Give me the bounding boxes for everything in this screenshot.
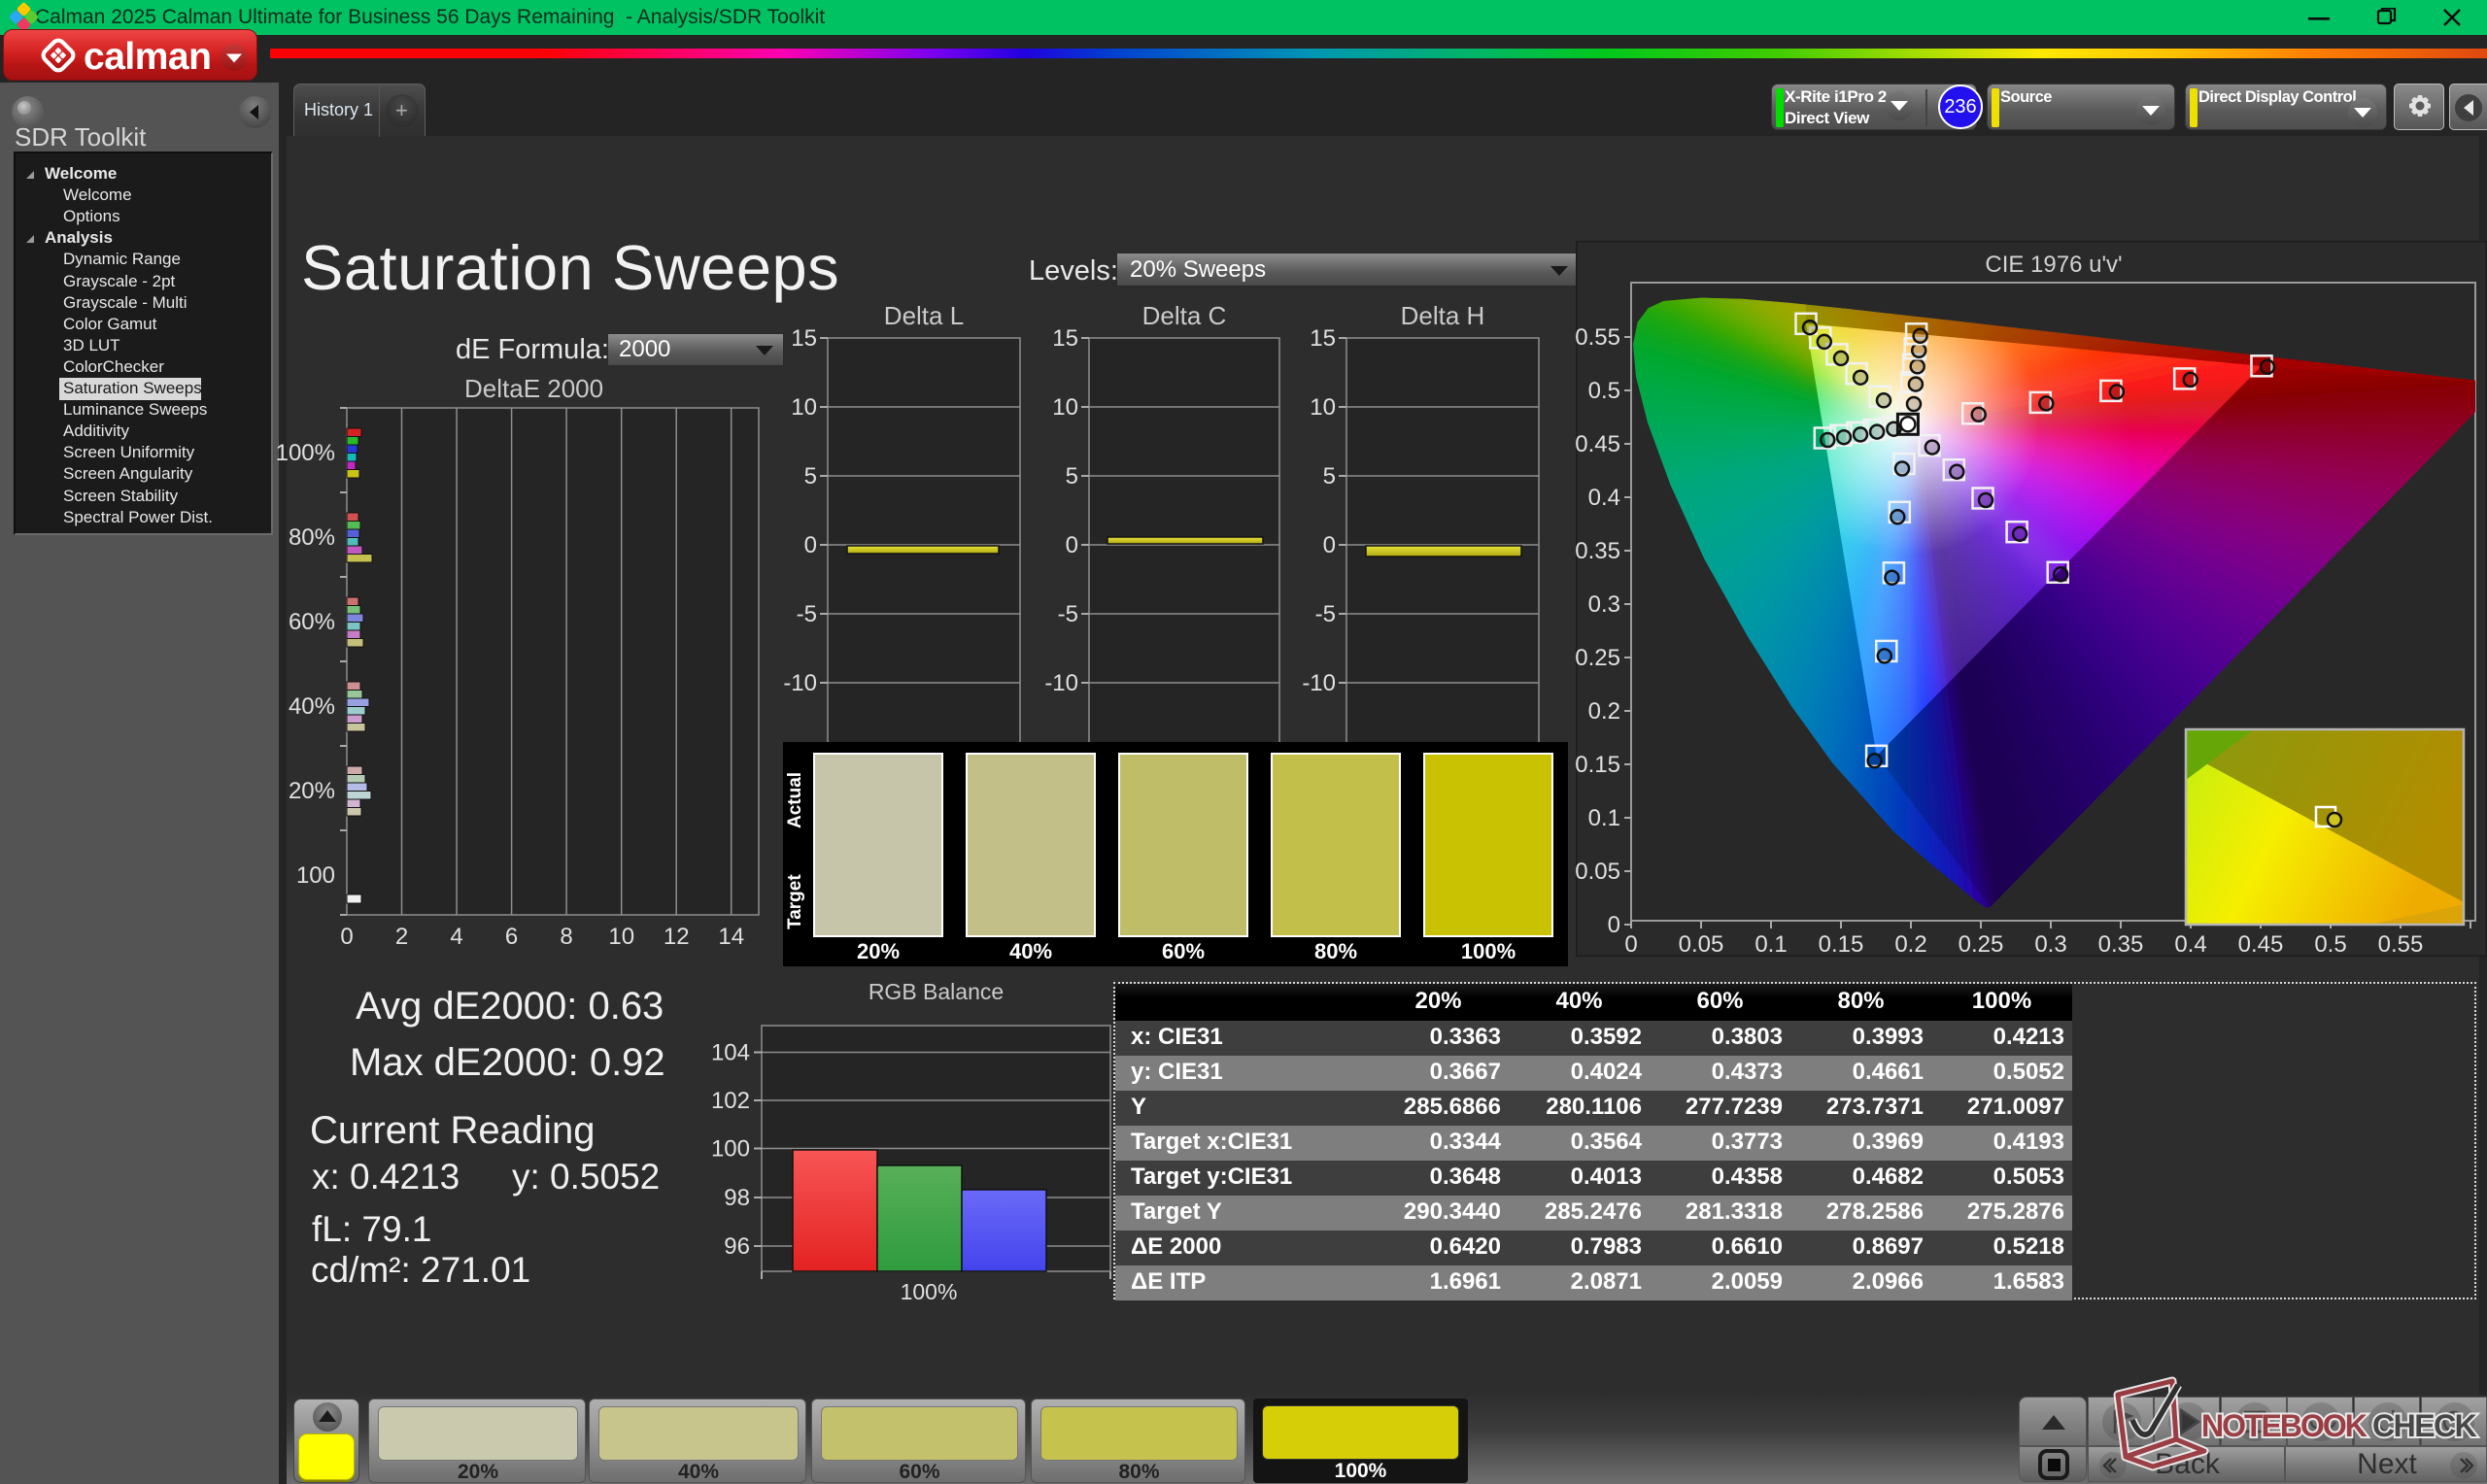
svg-text:96: 96 [724,1233,750,1260]
svg-text:0.35: 0.35 [1576,538,1620,564]
svg-text:0.5: 0.5 [2314,931,2346,957]
svg-text:102: 102 [711,1088,750,1114]
svg-text:NOTEBOOK: NOTEBOOK [2201,1408,2368,1443]
svg-text:-5: -5 [1058,601,1078,627]
svg-text:0.4: 0.4 [2174,931,2206,957]
svg-text:0.05: 0.05 [1576,859,1620,885]
svg-text:0: 0 [1323,532,1336,558]
svg-text:0.15: 0.15 [1819,931,1864,957]
svg-text:5: 5 [1323,463,1336,489]
svg-text:4: 4 [450,924,462,947]
svg-text:100: 100 [296,862,335,889]
svg-text:0.3: 0.3 [1588,591,1620,618]
svg-text:12: 12 [664,924,690,947]
svg-text:20%: 20% [289,778,335,804]
svg-text:0.3: 0.3 [2034,931,2066,957]
svg-text:98: 98 [724,1185,750,1211]
svg-text:100%: 100% [901,1279,958,1304]
svg-text:-5: -5 [1315,601,1336,627]
svg-text:0.2: 0.2 [1588,698,1620,725]
svg-text:40%: 40% [289,693,335,720]
svg-text:0.35: 0.35 [2098,931,2144,957]
svg-text:Delta C: Delta C [1142,301,1227,330]
svg-text:10: 10 [1310,394,1336,421]
svg-text:0: 0 [804,532,817,558]
svg-text:CIE 1976 u'v': CIE 1976 u'v' [1985,252,2122,278]
svg-text:80%: 80% [289,524,335,551]
svg-text:-10: -10 [1044,670,1078,696]
svg-text:0.4: 0.4 [1588,485,1620,511]
svg-text:CHECK: CHECK [2372,1408,2477,1443]
svg-text:0.55: 0.55 [2378,931,2424,957]
svg-text:5: 5 [1066,463,1078,489]
svg-text:0.55: 0.55 [1576,324,1620,351]
svg-text:8: 8 [560,924,572,947]
svg-text:0: 0 [1608,912,1620,938]
svg-text:-10: -10 [783,670,817,696]
svg-text:RGB Balance: RGB Balance [869,979,1004,1004]
svg-text:0.45: 0.45 [2238,931,2284,957]
svg-text:-5: -5 [797,601,817,627]
svg-text:15: 15 [1052,325,1078,352]
svg-text:15: 15 [1310,325,1336,352]
svg-text:0: 0 [340,924,353,947]
svg-text:0: 0 [1624,931,1637,957]
svg-text:0.15: 0.15 [1576,752,1620,778]
svg-text:0: 0 [1066,532,1078,558]
svg-text:100%: 100% [276,440,335,466]
svg-text:10: 10 [608,924,634,947]
svg-text:10: 10 [791,394,817,421]
svg-text:6: 6 [505,924,518,947]
svg-text:10: 10 [1052,394,1078,421]
svg-text:-10: -10 [1302,670,1336,696]
svg-text:100: 100 [711,1136,750,1163]
svg-text:104: 104 [711,1040,750,1066]
svg-text:0.25: 0.25 [1576,645,1620,671]
svg-text:14: 14 [718,924,744,947]
svg-text:15: 15 [791,325,817,352]
svg-text:Delta H: Delta H [1401,301,1485,330]
svg-text:0.05: 0.05 [1679,931,1724,957]
svg-text:0.1: 0.1 [1755,931,1787,957]
svg-text:0.45: 0.45 [1576,431,1620,457]
svg-text:0.2: 0.2 [1894,931,1926,957]
svg-text:60%: 60% [289,609,335,635]
svg-text:2: 2 [395,924,408,947]
svg-text:0.1: 0.1 [1588,805,1620,831]
svg-text:5: 5 [804,463,817,489]
svg-text:0.25: 0.25 [1959,931,2004,957]
svg-text:0.5: 0.5 [1588,378,1620,404]
svg-text:Delta L: Delta L [884,301,964,330]
